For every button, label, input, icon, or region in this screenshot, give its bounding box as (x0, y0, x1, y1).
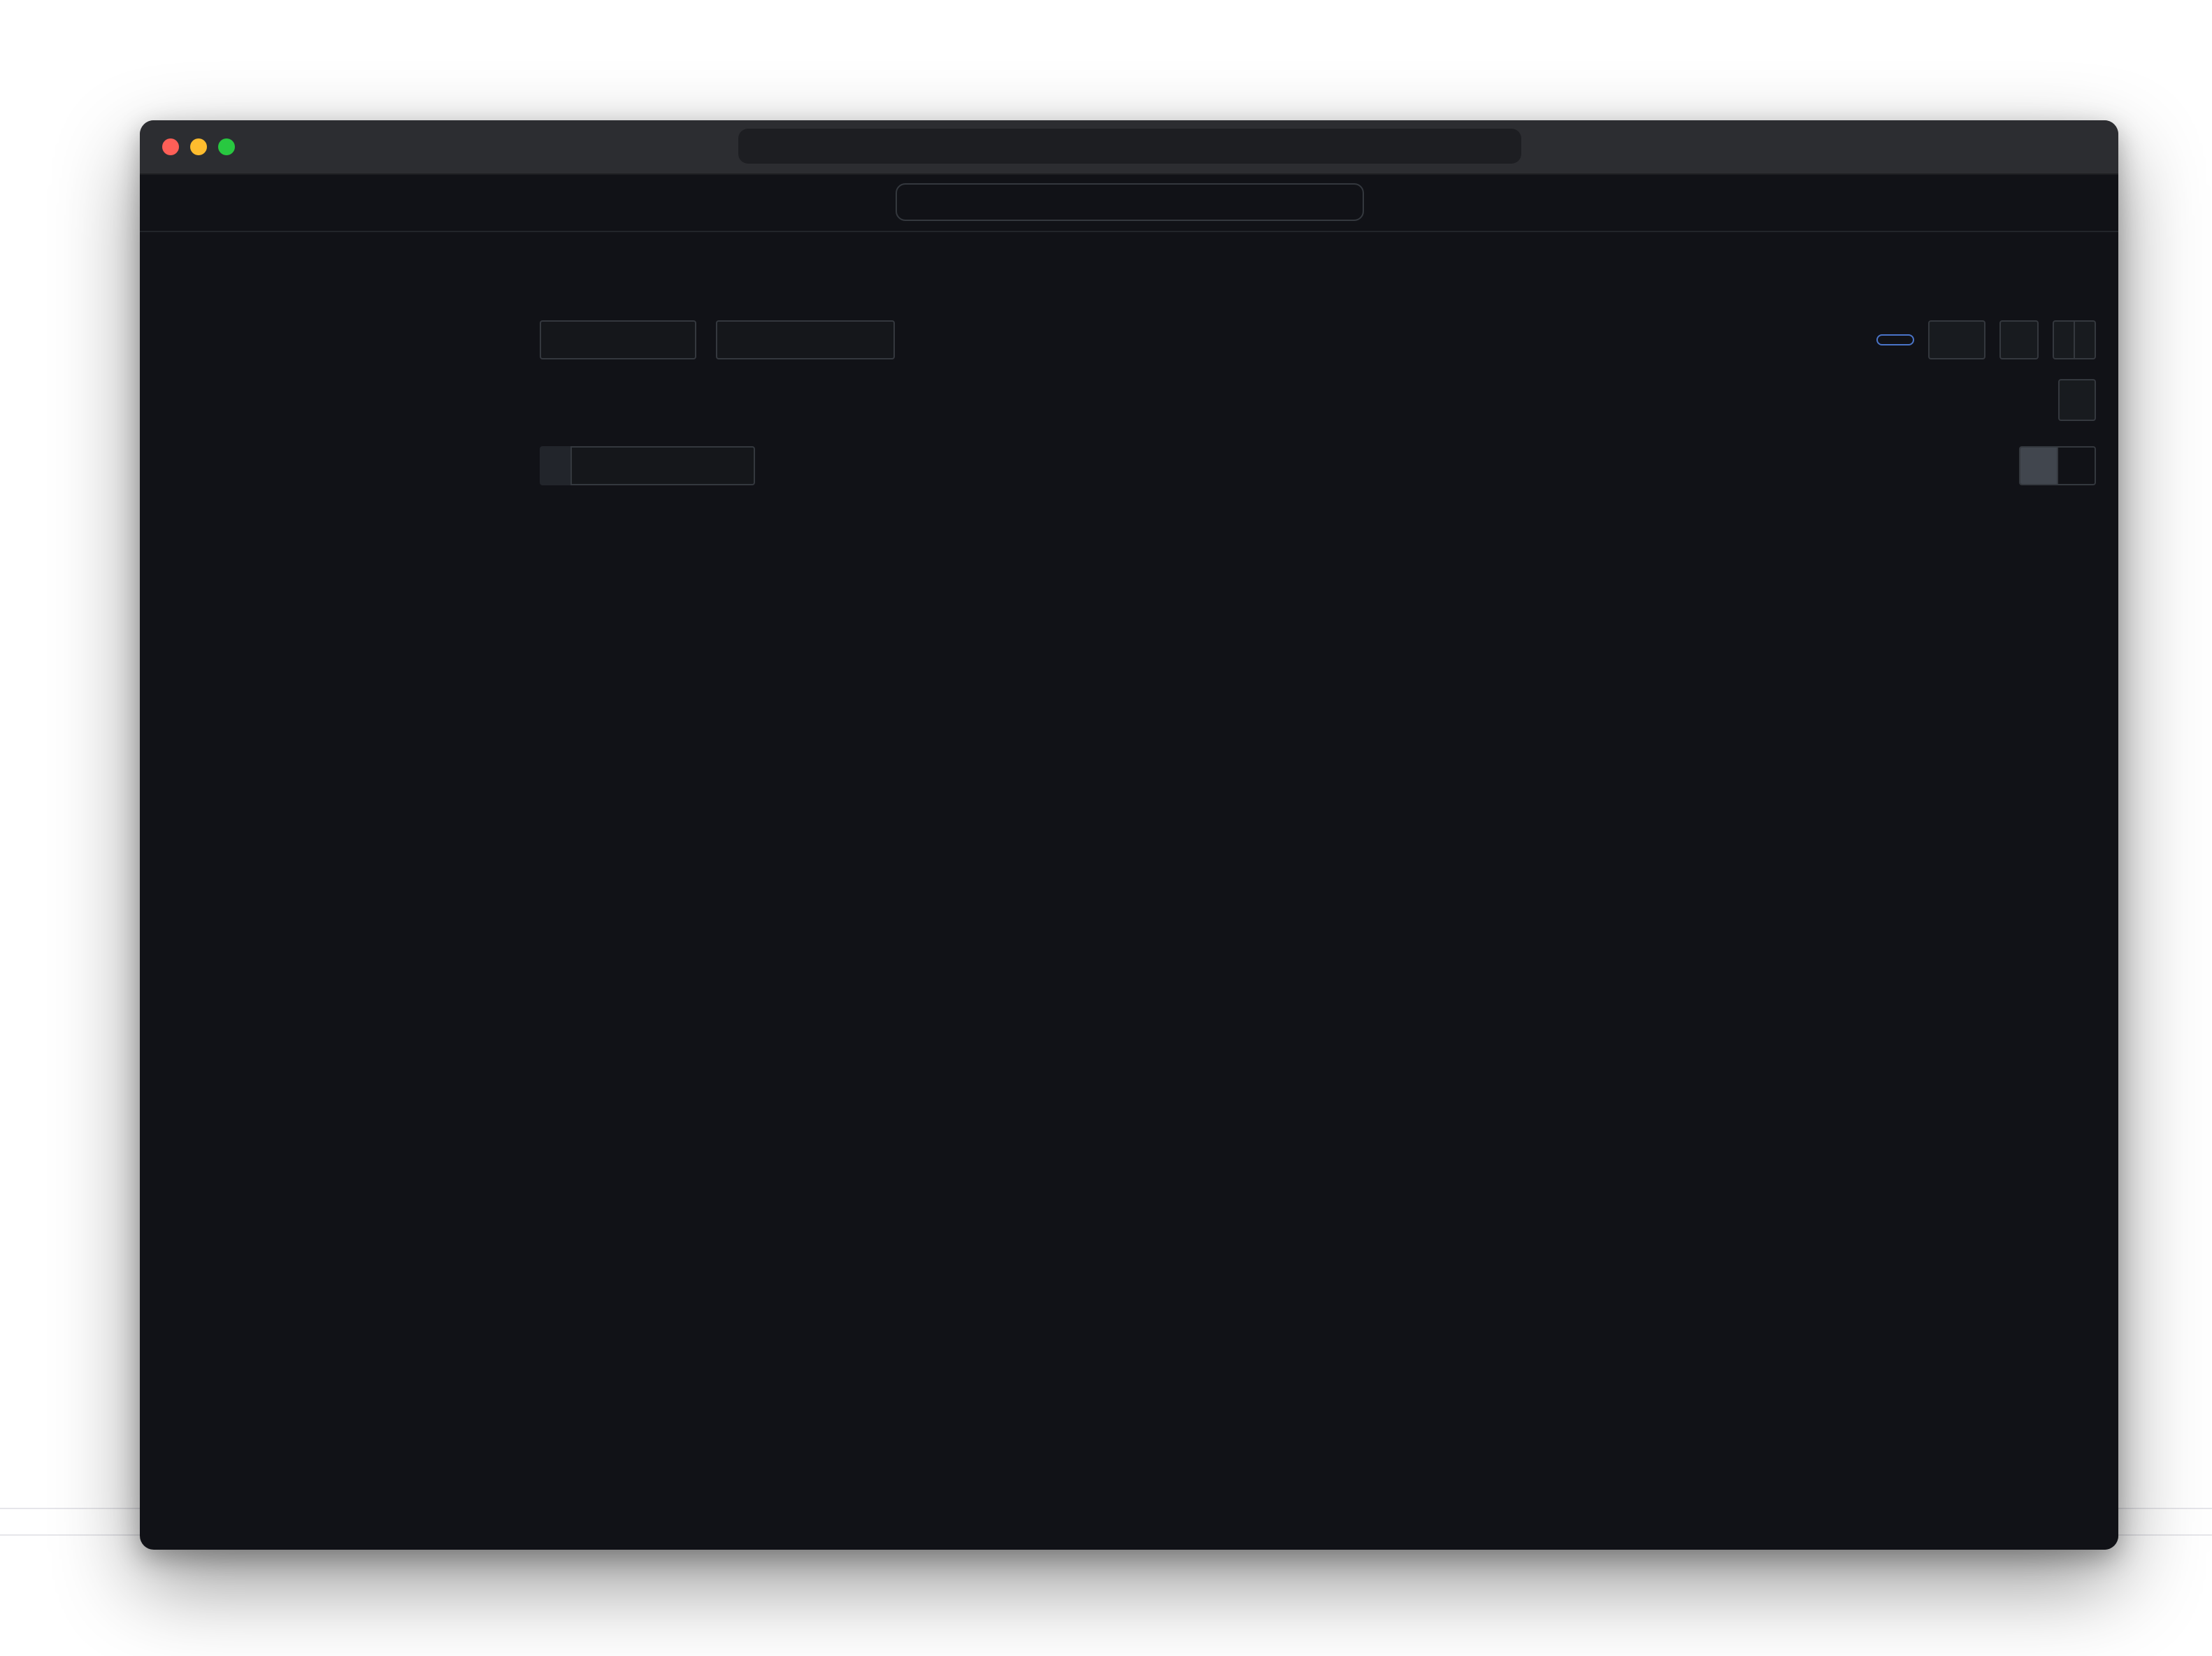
stage (0, 0, 2212, 1656)
rows-view-button[interactable] (2057, 448, 2095, 484)
nav-sidebar (140, 278, 517, 1550)
grafana-topbar (140, 175, 2118, 232)
traffic-lights (162, 138, 235, 155)
refresh-button[interactable] (2054, 322, 2074, 358)
breadcrumb-bar (140, 232, 2118, 280)
search-input[interactable] (895, 183, 1363, 221)
browser-titlebar (140, 120, 2118, 175)
field-filter-select[interactable] (570, 446, 755, 485)
browser-window (140, 120, 2118, 1550)
service-select[interactable] (716, 320, 895, 359)
zoom-window-button[interactable] (218, 138, 235, 155)
preview-badge (1876, 334, 1914, 345)
view-toggle (2019, 446, 2096, 485)
time-range-picker[interactable] (1928, 320, 1985, 359)
field-label (540, 446, 570, 485)
open-in-explore-button[interactable] (2058, 379, 2096, 421)
refresh-button-group[interactable] (2053, 320, 2096, 359)
close-window-button[interactable] (162, 138, 179, 155)
main-content (517, 278, 2118, 1550)
minimize-window-button[interactable] (190, 138, 207, 155)
zoom-out-time-button[interactable] (1999, 320, 2039, 359)
address-bar[interactable] (738, 129, 1521, 164)
grid-view-button[interactable] (2020, 448, 2057, 484)
field-panels-grid (540, 499, 2096, 1550)
refresh-interval-dropdown[interactable] (2074, 322, 2095, 358)
datasource-select[interactable] (540, 320, 696, 359)
